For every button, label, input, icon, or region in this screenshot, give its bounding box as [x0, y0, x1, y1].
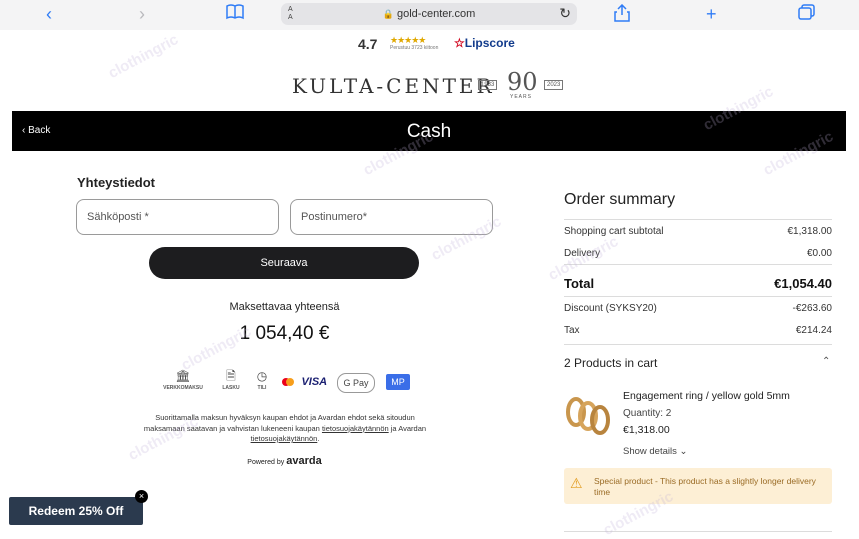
rating-review-count: Perustuu 3723 kiitoon: [390, 45, 439, 51]
address-bar[interactable]: A A 🔒 gold-center.com ↻: [281, 3, 577, 25]
product-name[interactable]: Engagement ring / yellow gold 5mm: [623, 390, 790, 402]
privacy-link-avarda[interactable]: tietosuojakäytännön: [251, 434, 318, 443]
products-in-cart-toggle[interactable]: 2 Products in cart: [564, 356, 657, 370]
logo-year-end: 2023: [544, 80, 564, 90]
share-icon[interactable]: [614, 3, 630, 26]
powered-by: Powered by avarda: [247, 455, 322, 467]
back-icon[interactable]: ‹: [46, 4, 52, 24]
contact-section-title: Yhteystiedot: [77, 175, 156, 190]
tabs-icon[interactable]: [798, 4, 816, 24]
warning-icon: ⚠: [570, 475, 583, 491]
bookmarks-icon[interactable]: [226, 4, 244, 24]
browser-toolbar: ‹ › A A 🔒 gold-center.com ↻ +: [0, 0, 859, 30]
site-logo[interactable]: KULTA-CENTER 1933 90 YEARS 2023: [292, 68, 572, 100]
total-due-label: Maksettavaa yhteensä: [229, 301, 340, 313]
logo-text: KULTA-CENTER: [292, 74, 495, 98]
payment-method-invoice[interactable]: 🗎 LASKU: [218, 369, 244, 391]
lipscore-logo: ☆Lipscore: [454, 36, 515, 50]
email-field[interactable]: [76, 199, 279, 235]
chevron-down-icon: ⌄: [679, 446, 688, 457]
divider: [564, 264, 832, 265]
email-input[interactable]: [77, 200, 278, 234]
close-icon[interactable]: ×: [135, 490, 148, 503]
order-summary-title: Order summary: [564, 191, 676, 208]
google-pay-button[interactable]: G Pay: [337, 373, 375, 393]
divider: [564, 219, 832, 220]
special-product-notice: ⚠ Special product - This product has a s…: [564, 468, 832, 504]
product-price: €1,318.00: [623, 424, 670, 436]
show-details-toggle[interactable]: Show details ⌄: [623, 446, 687, 457]
url-text: gold-center.com: [397, 8, 476, 20]
visa-label: VISA: [301, 375, 328, 388]
total-due-amount: 1 054,40 €: [239, 323, 330, 344]
postcode-input[interactable]: [291, 200, 492, 234]
mobilepay-icon[interactable]: MP: [386, 374, 410, 390]
lipscore-mark-icon: ☆: [454, 36, 465, 50]
page-title: Cash: [406, 121, 452, 142]
postcode-field[interactable]: [290, 199, 493, 235]
product-quantity: Quantity: 2: [623, 408, 672, 419]
forward-icon[interactable]: ›: [139, 4, 145, 24]
avarda-logo: avarda: [286, 455, 322, 467]
redeem-discount-button[interactable]: Redeem 25% Off: [9, 497, 143, 525]
bank-icon: 🏛: [175, 369, 191, 383]
payment-terms: Suorittamalla maksun hyväksyn kaupan ehd…: [143, 413, 427, 443]
new-tab-icon[interactable]: +: [706, 4, 717, 24]
divider: [564, 296, 832, 297]
url-label: 🔒 gold-center.com: [281, 8, 577, 20]
lock-icon: 🔒: [382, 9, 394, 19]
divider: [564, 344, 832, 345]
watermark: clothingric: [105, 30, 182, 83]
logo-year-start: 1933: [478, 80, 498, 90]
rating-score: 4.7: [358, 36, 378, 52]
divider: [564, 531, 832, 532]
page-header: ‹ Back Cash: [12, 111, 846, 151]
product-image: [564, 390, 612, 438]
logo-anniversary: 90: [507, 68, 538, 96]
privacy-link-store[interactable]: tietosuojakäytännön: [322, 424, 389, 433]
invoice-icon: 🗎: [226, 369, 236, 383]
chevron-up-icon[interactable]: ⌃: [822, 356, 830, 367]
next-button[interactable]: Seuraava: [149, 247, 419, 279]
payment-method-card[interactable]: VISA: [282, 373, 327, 389]
logo-years-label: YEARS: [510, 94, 532, 100]
account-icon: ◷: [256, 369, 268, 383]
payment-method-account[interactable]: ◷ TILI: [252, 369, 272, 391]
reload-icon[interactable]: ↻: [559, 5, 571, 22]
payment-method-bank[interactable]: 🏛 VERKKOMAKSU: [158, 369, 208, 391]
